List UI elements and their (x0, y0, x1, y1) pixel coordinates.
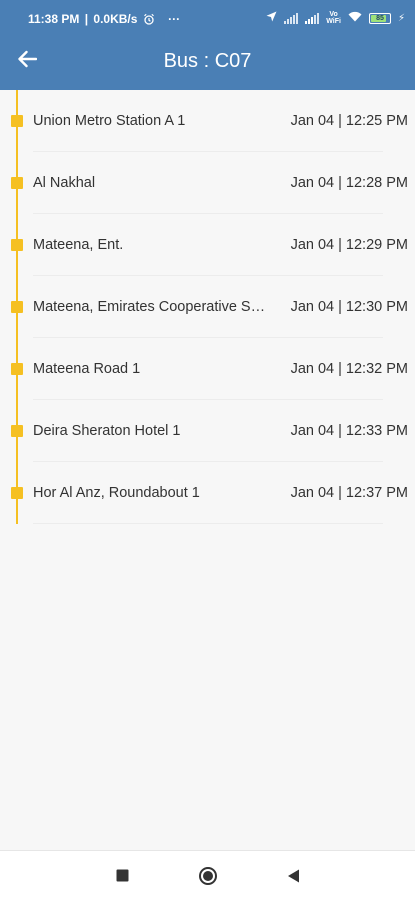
page-title: Bus : C07 (163, 50, 252, 72)
alarm-icon (143, 12, 158, 26)
stop-name: Mateena, Ent. (33, 237, 124, 253)
square-icon (116, 869, 129, 887)
stop-name: Mateena Road 1 (33, 361, 141, 377)
stop-marker-icon (11, 177, 23, 189)
stop-name: Deira Sheraton Hotel 1 (33, 423, 181, 439)
wifi-icon (348, 11, 362, 25)
stop-time: Jan 04 | 12:37 PM (290, 485, 408, 501)
recents-button[interactable] (110, 866, 134, 890)
triangle-back-icon (287, 869, 300, 888)
home-button[interactable] (196, 866, 220, 890)
stop-item[interactable]: Mateena Road 1 Jan 04 | 12:32 PM (0, 338, 415, 400)
stop-item[interactable]: Deira Sheraton Hotel 1 Jan 04 | 12:33 PM (0, 400, 415, 462)
volte-icon: Vo WiFi (326, 11, 341, 25)
stop-time: Jan 04 | 12:28 PM (290, 175, 408, 191)
stop-time: Jan 04 | 12:33 PM (290, 423, 408, 439)
stop-marker-icon (11, 363, 23, 375)
stop-name: Al Nakhal (33, 175, 96, 191)
stop-name: Union Metro Station A 1 (33, 113, 186, 129)
stop-time: Jan 04 | 12:29 PM (290, 237, 408, 253)
stop-item[interactable]: Hor Al Anz, Roundabout 1 Jan 04 | 12:37 … (0, 462, 415, 524)
circle-icon (198, 866, 218, 891)
system-nav-bar (0, 850, 415, 901)
location-arrow-icon (266, 11, 277, 25)
nav-back-button[interactable] (281, 866, 305, 890)
battery-icon: 85 (368, 12, 391, 24)
stop-timeline: Union Metro Station A 1 Jan 04 | 12:25 P… (0, 90, 415, 524)
stop-marker-icon (11, 487, 23, 499)
stop-marker-icon (11, 115, 23, 127)
app-header: 11:38 PM | 0.0KB/s ··· Vo WiFi 85 ⚡ Bus … (0, 0, 415, 90)
stop-item[interactable]: Al Nakhal Jan 04 | 12:28 PM (0, 152, 415, 214)
stop-time: Jan 04 | 12:30 PM (290, 299, 408, 315)
signal-icon-sim2 (305, 12, 320, 24)
charging-icon: ⚡ (397, 12, 405, 24)
stop-time: Jan 04 | 12:25 PM (290, 113, 408, 129)
divider (33, 523, 383, 524)
signal-icon-sim1 (284, 12, 299, 24)
stop-item[interactable]: Mateena, Emirates Cooperative Society Ja… (0, 276, 415, 338)
status-time: 11:38 PM (28, 12, 80, 26)
stop-time: Jan 04 | 12:32 PM (290, 361, 408, 377)
stop-marker-icon (11, 239, 23, 251)
stop-marker-icon (11, 425, 23, 437)
stop-name: Hor Al Anz, Roundabout 1 (33, 485, 200, 501)
stop-item[interactable]: Union Metro Station A 1 Jan 04 | 12:25 P… (0, 90, 415, 152)
network-speed: 0.0KB/s (93, 12, 138, 26)
stop-name: Mateena, Emirates Cooperative Society (33, 299, 273, 315)
stop-item[interactable]: Mateena, Ent. Jan 04 | 12:29 PM (0, 214, 415, 276)
stop-marker-icon (11, 301, 23, 313)
status-bar: 11:38 PM | 0.0KB/s ··· Vo WiFi 85 ⚡ (28, 11, 405, 26)
app-bar: Bus : C07 (0, 36, 415, 90)
more-notifications-icon: ··· (168, 12, 181, 26)
